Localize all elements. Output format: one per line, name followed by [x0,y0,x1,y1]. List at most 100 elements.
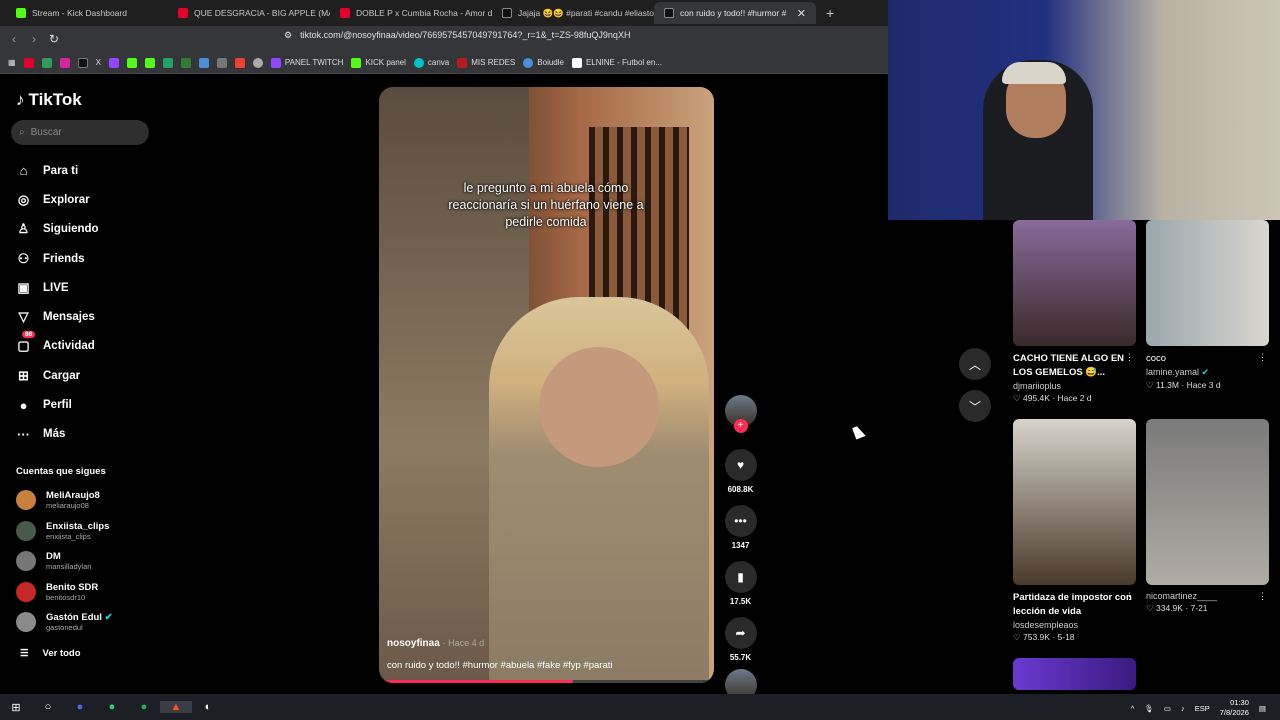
bookmark-icon[interactable] [41,57,52,68]
video-progress-fill [379,680,574,683]
browser-tab-active[interactable]: con ruido y todo!! #hurmor # ✕ [654,2,816,24]
twitch-icon[interactable] [108,57,119,68]
search-circle-icon[interactable]: ○ [32,701,64,713]
following-account[interactable]: DM mansilladylan [16,551,91,571]
new-tab-icon[interactable]: + [816,5,834,21]
menu-item-siguiendo[interactable]: ♙ Siguiendo [16,215,99,244]
browser-tab[interactable]: DOBLE P x Cumbia Rocha - Amor de [330,2,492,24]
kick-icon[interactable] [144,57,155,68]
apps-icon[interactable]: ▦ [8,58,16,67]
discord-icon[interactable]: ● [64,701,96,713]
volume-icon[interactable]: ♪ [1181,704,1185,713]
browser-tab[interactable]: Stream - Kick Dashboard [6,2,168,24]
share-button[interactable]: ➦ [724,617,757,649]
save-button[interactable]: ▮ [724,561,757,593]
browser-tab[interactable]: Jajaja 😆😆 #parati #candu #eliasto [492,2,654,24]
bookmark-icon[interactable] [180,57,191,68]
gmail-icon[interactable] [234,57,245,68]
video-thumbnail[interactable] [1013,419,1136,585]
share-count: 55.7K [729,653,752,662]
search-input[interactable]: ⌕ Buscar [11,120,149,145]
canva-icon [413,57,424,68]
menu-item-live[interactable]: ▣ LIVE [16,273,99,302]
comment-button[interactable]: ••• [724,505,757,537]
spotify-icon[interactable]: ● [128,701,160,713]
video-thumbnail[interactable] [1146,419,1269,585]
notifications-icon[interactable]: ▤ [1259,704,1266,713]
brave-browser-icon[interactable]: ▲ [160,701,192,713]
bookmark-elnine[interactable]: ELNINE - Futbol en... [571,57,662,68]
recommended-video-card[interactable]: Partidaza de impostor con lección de vid… [1013,419,1136,643]
kick-icon[interactable] [126,57,137,68]
bookmark-canva[interactable]: canva [413,57,449,68]
main-menu: ⌂ Para ti ◎ Explorar ♙ Siguiendo ⚇ Friends ▣… [16,156,99,449]
live-icon: ▣ [17,279,30,295]
chevron-up-icon[interactable]: ^ [1131,704,1135,713]
microphone-icon[interactable]: 🎙 [1144,704,1154,713]
friends-icon: ⚇ [17,250,30,266]
language-indicator[interactable]: ESP [1195,704,1210,713]
bookmark-icon[interactable] [252,57,263,68]
more-options-icon[interactable]: ⋮ [1258,591,1267,602]
menu-item-explorar[interactable]: ◎ Explorar [16,185,99,214]
following-account[interactable]: MeliAraujo8 meliaraujo08 [16,490,100,510]
menu-item-mensajes[interactable]: ▽ Mensajes [16,302,99,331]
video-thumbnail[interactable] [1146,220,1269,346]
reload-icon[interactable]: ↻ [44,32,64,46]
following-account[interactable]: Benito SDR benitosdr10 [16,582,98,602]
video-player[interactable]: le pregunto a mi abuela cómo reaccionarí… [379,87,714,683]
recommended-video-card[interactable]: coco ⋮ lamine.yamal ✔ ♡ 11.3M · Hace 3 d [1146,220,1269,391]
instagram-icon[interactable] [59,57,70,68]
app-icon[interactable]: ◐ [192,701,224,713]
following-account[interactable]: Gastón Edul ✔ gastonedul [16,612,113,632]
youtube-bookmark-icon[interactable] [23,57,34,68]
browser-tab[interactable]: QUE DESGRACIA - BIG APPLE (MAN... [168,2,330,24]
bookmark-kick-panel[interactable]: KICK panel [351,57,406,68]
bookmark-boiudle[interactable]: Boiudle [523,57,564,68]
bookmark-mis-redes[interactable]: MIS REDES [457,57,515,68]
menu-item-mas[interactable]: ··· Más [16,420,99,449]
video-overlay-caption: le pregunto a mi abuela cómo reaccionarí… [448,181,644,229]
bookmark-icon[interactable] [216,57,227,68]
more-options-icon[interactable]: ⋮ [1125,352,1134,363]
recommended-video-card[interactable]: CACHO TIENE ALGO EN LOS GEMELOS 😅... ⋮ d… [1013,220,1136,404]
url-field[interactable]: ⚙ tiktok.com/@nosoyfinaa/video/7669575457… [284,30,630,41]
x-icon[interactable]: X [96,58,101,67]
forward-icon[interactable]: › [24,32,44,46]
heart-outline-icon: ♡ [1146,380,1154,390]
tiktok-logo[interactable]: ♪ TikTok [16,90,82,110]
video-thumbnail[interactable] [1013,220,1136,346]
whatsapp-icon[interactable]: ● [96,701,128,713]
creator-avatar[interactable]: + [724,395,757,433]
menu-item-cargar[interactable]: ⊞ Cargar [16,361,99,390]
windows-start-icon[interactable]: ⊞ [0,701,32,714]
like-button[interactable]: ♥ [724,449,757,481]
close-tab-icon[interactable]: ✕ [797,7,806,20]
streamer-cap [1002,62,1066,84]
menu-item-perfil[interactable]: ● Perfil [16,390,99,419]
video-progress-bar[interactable] [379,680,714,683]
menu-item-friends[interactable]: ⚇ Friends [16,244,99,273]
menu-item-para-ti[interactable]: ⌂ Para ti [16,156,99,185]
tiktok-icon[interactable] [77,57,88,68]
bookmark-icon[interactable] [198,57,209,68]
see-all-link[interactable]: ☰ Ver todo [20,648,81,659]
menu-item-actividad[interactable]: ▢ 86 Actividad [16,330,99,361]
drive-icon[interactable] [162,57,173,68]
next-video-button[interactable]: ﹀ [959,390,991,422]
network-icon[interactable]: ▭ [1164,704,1171,713]
back-icon[interactable]: ‹ [4,32,24,46]
bookmark-panel-twitch[interactable]: PANEL TWITCH [270,57,343,68]
more-options-icon[interactable]: ⋮ [1125,591,1134,602]
following-account[interactable]: Enxiista_clips enxiista_clips [16,521,109,541]
more-icon: ··· [17,426,30,442]
bookmark-icon [457,57,468,68]
video-thumbnail[interactable] [1013,658,1136,690]
site-info-icon[interactable]: ⚙ [284,30,292,41]
more-options-icon[interactable]: ⋮ [1258,352,1267,363]
clock[interactable]: 01:30 7/8/2026 [1220,698,1249,718]
follow-plus-icon[interactable]: + [733,419,748,433]
recommended-video-card[interactable]: ⋮ nicomartinez____ ♡ 334.9K · 7-21 [1146,419,1269,614]
video-author[interactable]: nosoyfinaa · Hace 4 d [387,638,484,649]
previous-video-button[interactable]: ︿ [959,348,991,380]
